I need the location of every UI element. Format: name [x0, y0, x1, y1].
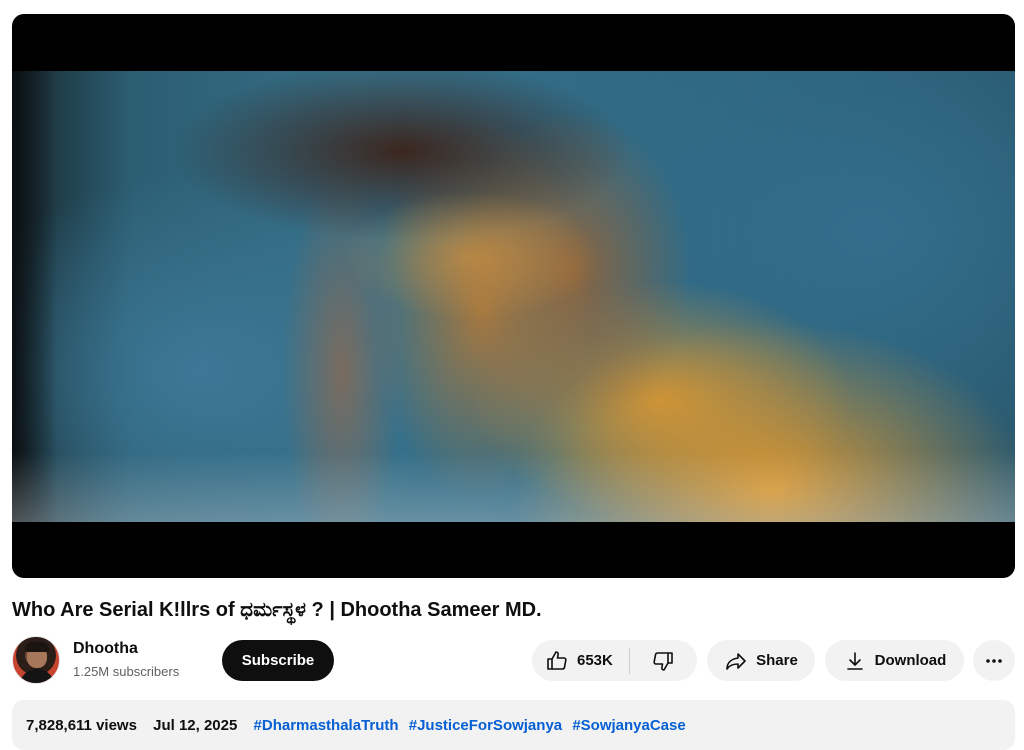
- subscribe-button[interactable]: Subscribe: [222, 640, 334, 681]
- like-count: 653K: [577, 652, 613, 669]
- thumbs-up-icon: [545, 649, 569, 673]
- channel-name[interactable]: Dhootha: [73, 638, 138, 660]
- like-button[interactable]: 653K: [532, 640, 629, 681]
- download-label: Download: [874, 652, 947, 669]
- avatar-body: [19, 669, 55, 683]
- channel-avatar[interactable]: [12, 636, 60, 684]
- thumbs-down-icon: [651, 649, 675, 673]
- dislike-button[interactable]: [630, 640, 697, 681]
- hashtag-link[interactable]: #JusticeForSowjanya: [409, 717, 562, 734]
- share-arrow-icon: [724, 649, 748, 673]
- description-box[interactable]: 7,828,611 views Jul 12, 2025 #Dharmastha…: [12, 700, 1015, 750]
- download-icon: [843, 649, 867, 673]
- avatar-hair: [25, 642, 49, 652]
- video-title: Who Are Serial K!llrs of ಧರ್ಮಸ್ಥಳ ? | Dh…: [12, 599, 542, 621]
- description-meta: 7,828,611 views Jul 12, 2025 #Dharmastha…: [26, 716, 686, 736]
- video-player[interactable]: [12, 14, 1015, 578]
- hashtag-link[interactable]: #SowjanyaCase: [572, 717, 685, 734]
- share-label: Share: [756, 652, 798, 669]
- more-actions-button[interactable]: [973, 640, 1015, 681]
- more-horizontal-icon: [982, 649, 1006, 673]
- video-frame[interactable]: [12, 71, 1015, 522]
- frame-subject-blur: [342, 191, 602, 321]
- frame-bottom-shade: [12, 452, 1015, 522]
- subscriber-count: 1.25M subscribers: [73, 664, 180, 679]
- view-count: 7,828,611 views: [26, 717, 137, 734]
- download-button[interactable]: Download: [825, 640, 964, 681]
- share-button[interactable]: Share: [707, 640, 815, 681]
- like-dislike-group: 653K: [532, 640, 697, 681]
- hashtag-link[interactable]: #DharmasthalaTruth: [254, 717, 399, 734]
- upload-date: Jul 12, 2025: [153, 717, 238, 734]
